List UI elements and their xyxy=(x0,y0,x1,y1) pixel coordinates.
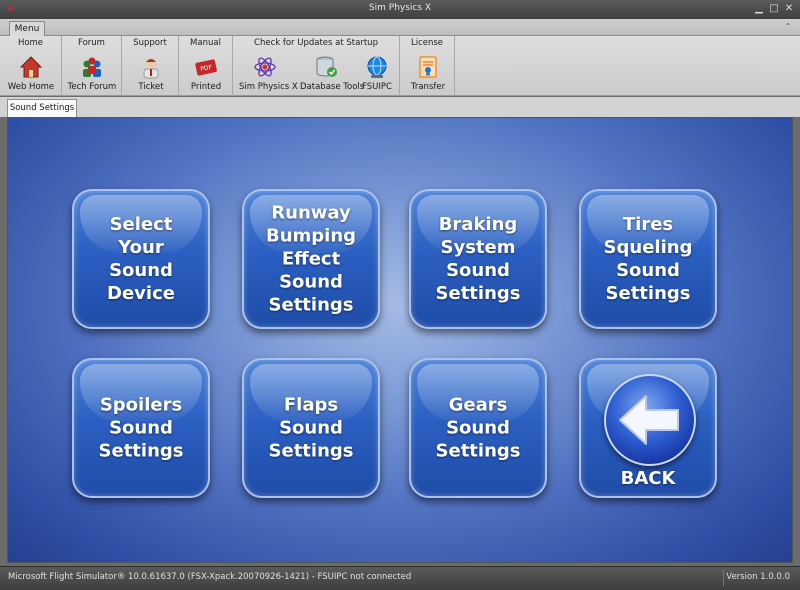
button-label: FSUIPC xyxy=(362,82,392,92)
ticket-button[interactable]: Ticket xyxy=(133,52,169,94)
group-title: Support xyxy=(133,38,167,48)
atom-icon xyxy=(254,57,276,77)
transfer-license-button[interactable]: Transfer xyxy=(410,52,446,94)
group-title: Manual xyxy=(190,38,221,48)
printed-manual-button[interactable]: PDF Printed xyxy=(188,52,224,94)
flaps-sound-button[interactable]: Flaps Sound Settings xyxy=(242,358,380,498)
button-label: Flaps Sound Settings xyxy=(268,394,354,462)
gears-sound-button[interactable]: Gears Sound Settings xyxy=(409,358,547,498)
group-title: Forum xyxy=(78,38,105,48)
document-tab-row: Sound Settings xyxy=(0,97,800,117)
web-home-button[interactable]: Web Home xyxy=(8,52,54,94)
tab-menu[interactable]: Menu xyxy=(9,21,45,37)
ribbon-collapse-icon[interactable]: ⌃ xyxy=(782,22,794,33)
globe-icon xyxy=(367,56,387,78)
sound-settings-panel: Select Your Sound Device Runway Bumping … xyxy=(7,117,793,563)
button-label: Runway Bumping Effect Sound Settings xyxy=(265,202,357,316)
tires-squeling-sound-button[interactable]: Tires Squeling Sound Settings xyxy=(579,189,717,329)
button-label: Braking System Sound Settings xyxy=(435,214,521,304)
ribbon: Home Web Home Forum Tech Forum Support T… xyxy=(0,36,800,96)
house-icon xyxy=(19,56,43,78)
ribbon-group-manual: Manual PDF Printed xyxy=(179,36,233,96)
braking-system-sound-button[interactable]: Braking System Sound Settings xyxy=(409,189,547,329)
pdf-icon: PDF xyxy=(195,59,217,76)
button-label: Gears Sound Settings xyxy=(435,394,521,462)
button-label: Transfer xyxy=(410,82,446,92)
license-icon xyxy=(419,56,437,78)
group-title: Home xyxy=(17,38,44,48)
button-label: Ticket xyxy=(138,82,164,92)
button-label: Printed xyxy=(190,82,222,92)
support-agent-icon xyxy=(143,58,159,79)
back-arrow-icon xyxy=(604,374,696,466)
group-title: Check for Updates at Startup xyxy=(254,38,378,48)
button-label: Spoilers Sound Settings xyxy=(98,394,184,462)
tab-sound-settings[interactable]: Sound Settings xyxy=(7,99,77,117)
back-button[interactable]: BACK xyxy=(579,358,717,498)
ribbon-group-license: License Transfer xyxy=(400,36,455,96)
button-label: Web Home xyxy=(7,82,55,92)
status-divider xyxy=(723,570,724,586)
spoilers-sound-button[interactable]: Spoilers Sound Settings xyxy=(72,358,210,498)
button-label: Database Tools xyxy=(300,82,365,92)
select-sound-device-button[interactable]: Select Your Sound Device xyxy=(72,189,210,329)
status-bar: Microsoft Flight Simulator® 10.0.61637.0… xyxy=(0,566,800,590)
title-bar: ✈ Sim Physics X ▁ □ ✕ xyxy=(0,0,800,19)
runway-bumping-sound-button[interactable]: Runway Bumping Effect Sound Settings xyxy=(242,189,380,329)
database-tools-button[interactable]: Database Tools xyxy=(300,52,364,94)
button-label: Tech Forum xyxy=(67,82,117,92)
ribbon-group-updates: Check for Updates at Startup Sim Physics… xyxy=(233,36,400,96)
maximize-icon[interactable]: □ xyxy=(767,2,781,16)
button-label: Tires Squeling Sound Settings xyxy=(603,214,693,304)
sim-physics-x-button[interactable]: Sim Physics X xyxy=(239,52,298,94)
tech-forum-button[interactable]: Tech Forum xyxy=(68,52,116,94)
people-icon xyxy=(83,57,101,77)
fsuipc-button[interactable]: FSUIPC xyxy=(359,52,395,94)
database-icon xyxy=(316,56,337,77)
back-label: BACK xyxy=(620,468,676,489)
version-label: Version 1.0.0.0 xyxy=(726,572,790,582)
window-title: Sim Physics X xyxy=(368,3,432,13)
button-label: Select Your Sound Device xyxy=(107,214,175,304)
close-icon[interactable]: ✕ xyxy=(782,2,796,16)
ribbon-group-forum: Forum Tech Forum xyxy=(62,36,122,96)
minimize-icon[interactable]: ▁ xyxy=(752,2,766,16)
group-title: License xyxy=(410,38,444,48)
ribbon-group-support: Support Ticket xyxy=(122,36,179,96)
ribbon-group-home: Home Web Home xyxy=(0,36,62,96)
simulator-status: Microsoft Flight Simulator® 10.0.61637.0… xyxy=(8,572,412,582)
button-label: Sim Physics X xyxy=(239,82,298,92)
ribbon-tab-strip: Menu ⌃ xyxy=(0,19,800,37)
